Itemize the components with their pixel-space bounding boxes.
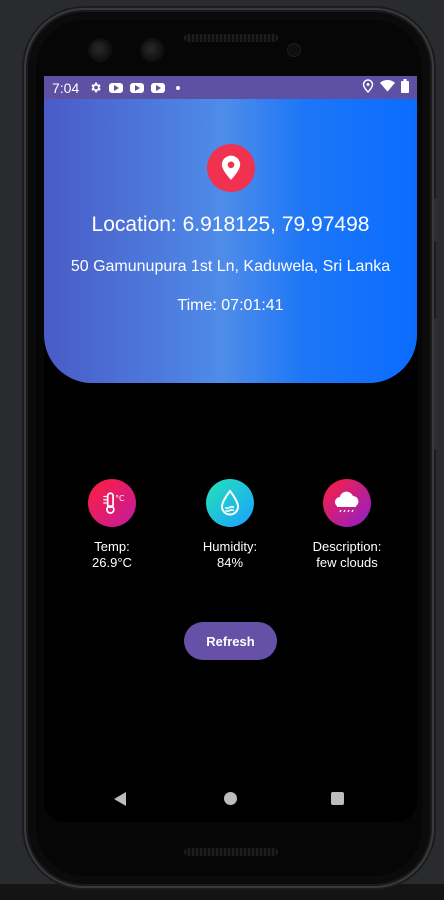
humidity-stat: Humidity: 84% bbox=[175, 479, 285, 571]
youtube-icon bbox=[130, 82, 145, 93]
front-camera-icon bbox=[90, 40, 110, 60]
youtube-icon bbox=[109, 82, 124, 93]
recent-apps-icon[interactable] bbox=[331, 792, 344, 805]
thermometer-icon: °C bbox=[88, 479, 136, 527]
app-screen: 7:04 Location: 6.918125, 79.97498 50 Gam… bbox=[44, 76, 417, 822]
location-time: Time: 07:01:41 bbox=[177, 297, 284, 314]
description-value: few clouds bbox=[316, 555, 378, 570]
youtube-icon bbox=[151, 82, 166, 93]
water-drop-icon bbox=[206, 479, 254, 527]
battery-icon bbox=[401, 78, 409, 97]
temperature-value: 26.9°C bbox=[92, 555, 132, 570]
back-icon[interactable] bbox=[114, 792, 126, 806]
cloud-icon bbox=[323, 479, 371, 527]
svg-text:°C: °C bbox=[115, 494, 124, 503]
home-icon[interactable] bbox=[224, 792, 237, 805]
location-pin-icon bbox=[207, 144, 255, 192]
status-bar: 7:04 bbox=[44, 76, 417, 99]
temperature-stat: °C Temp: 26.9°C bbox=[57, 479, 167, 571]
location-header-card: Location: 6.918125, 79.97498 50 Gamunupu… bbox=[44, 99, 417, 383]
location-icon bbox=[362, 78, 374, 97]
location-address: 50 Gamunupura 1st Ln, Kaduwela, Sri Lank… bbox=[70, 258, 391, 275]
description-stat: Description: few clouds bbox=[292, 479, 402, 571]
proximity-sensor-icon bbox=[288, 44, 300, 56]
status-time: 7:04 bbox=[52, 79, 80, 96]
wifi-icon bbox=[380, 79, 395, 96]
power-button[interactable] bbox=[434, 198, 438, 242]
volume-button[interactable] bbox=[434, 318, 438, 450]
humidity-label: Humidity: bbox=[202, 539, 258, 554]
description-label: Description: bbox=[312, 539, 382, 554]
temperature-label: Temp: bbox=[94, 539, 130, 554]
desktop-bottom-bar bbox=[0, 884, 444, 900]
front-camera-icon bbox=[142, 40, 162, 60]
location-coordinates: Location: 6.918125, 79.97498 bbox=[91, 213, 370, 236]
settings-icon bbox=[89, 81, 102, 94]
humidity-value: 84% bbox=[216, 555, 244, 570]
status-right-icons bbox=[362, 78, 409, 97]
bottom-speaker-grille bbox=[184, 848, 278, 856]
refresh-button[interactable]: Refresh bbox=[184, 622, 277, 660]
top-speaker-grille bbox=[184, 34, 278, 42]
android-nav-bar bbox=[44, 782, 417, 816]
notification-dot-icon bbox=[176, 85, 181, 90]
